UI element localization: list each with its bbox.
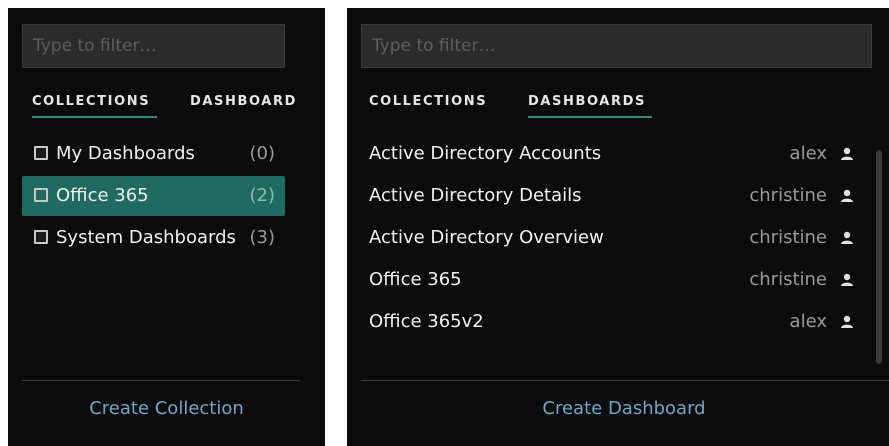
dashboard-item[interactable]: Office 365v2 alex bbox=[369, 302, 855, 342]
dashboard-item[interactable]: Office 365 christine bbox=[369, 260, 855, 300]
person-icon bbox=[841, 273, 853, 286]
dashboard-title: Office 365v2 bbox=[369, 311, 484, 332]
collection-label: Office 365 bbox=[56, 185, 149, 206]
person-icon bbox=[841, 189, 853, 202]
dashboard-owner: christine bbox=[749, 269, 827, 290]
dashboard-owner: christine bbox=[749, 185, 827, 206]
dashboard-title: Active Directory Overview bbox=[369, 227, 604, 248]
collection-count: (3) bbox=[249, 227, 276, 248]
active-tab-indicator bbox=[32, 116, 157, 118]
footer-divider bbox=[22, 380, 300, 381]
create-dashboard-button[interactable]: Create Dashboard bbox=[347, 398, 889, 419]
tab-dashboards[interactable]: DASHBOARDS bbox=[528, 94, 646, 118]
dashboard-item[interactable]: Active Directory Accounts alex bbox=[369, 134, 855, 174]
collection-count: (2) bbox=[249, 185, 276, 206]
active-tab-indicator bbox=[528, 116, 652, 118]
grid-icon bbox=[34, 188, 48, 202]
collections-panel: Type to filter… COLLECTIONS DASHBOARD My… bbox=[8, 8, 325, 446]
dashboard-owner: alex bbox=[789, 311, 827, 332]
footer-divider bbox=[361, 380, 889, 381]
list-scrollbar[interactable] bbox=[876, 150, 882, 364]
dashboard-item[interactable]: Active Directory Details christine bbox=[369, 176, 855, 216]
tab-collections[interactable]: COLLECTIONS bbox=[369, 94, 487, 118]
person-icon bbox=[841, 147, 853, 160]
dashboard-owner: alex bbox=[789, 143, 827, 164]
grid-icon bbox=[34, 146, 48, 160]
dashboard-title: Active Directory Accounts bbox=[369, 143, 602, 164]
tab-collections[interactable]: COLLECTIONS bbox=[32, 94, 150, 118]
create-collection-button[interactable]: Create Collection bbox=[8, 398, 325, 419]
collection-item-office-365[interactable]: Office 365 (2) bbox=[22, 176, 285, 216]
collection-label: System Dashboards bbox=[56, 227, 236, 248]
dashboard-item[interactable]: Active Directory Overview christine bbox=[369, 218, 855, 258]
collection-filter-input[interactable]: Type to filter… bbox=[22, 24, 285, 68]
dashboard-filter-input[interactable]: Type to filter… bbox=[361, 24, 872, 68]
person-icon bbox=[841, 315, 853, 328]
dashboard-title: Office 365 bbox=[369, 269, 462, 290]
collection-count: (0) bbox=[249, 143, 276, 164]
grid-icon bbox=[34, 230, 48, 244]
dashboards-panel: Type to filter… COLLECTIONS DASHBOARDS A… bbox=[347, 8, 889, 446]
collection-item-my-dashboards[interactable]: My Dashboards (0) bbox=[22, 134, 285, 174]
person-icon bbox=[841, 231, 853, 244]
tab-dashboards[interactable]: DASHBOARD bbox=[190, 94, 305, 118]
collection-item-system-dashboards[interactable]: System Dashboards (3) bbox=[22, 218, 285, 258]
collection-label: My Dashboards bbox=[56, 143, 195, 164]
dashboard-owner: christine bbox=[749, 227, 827, 248]
dashboard-title: Active Directory Details bbox=[369, 185, 582, 206]
